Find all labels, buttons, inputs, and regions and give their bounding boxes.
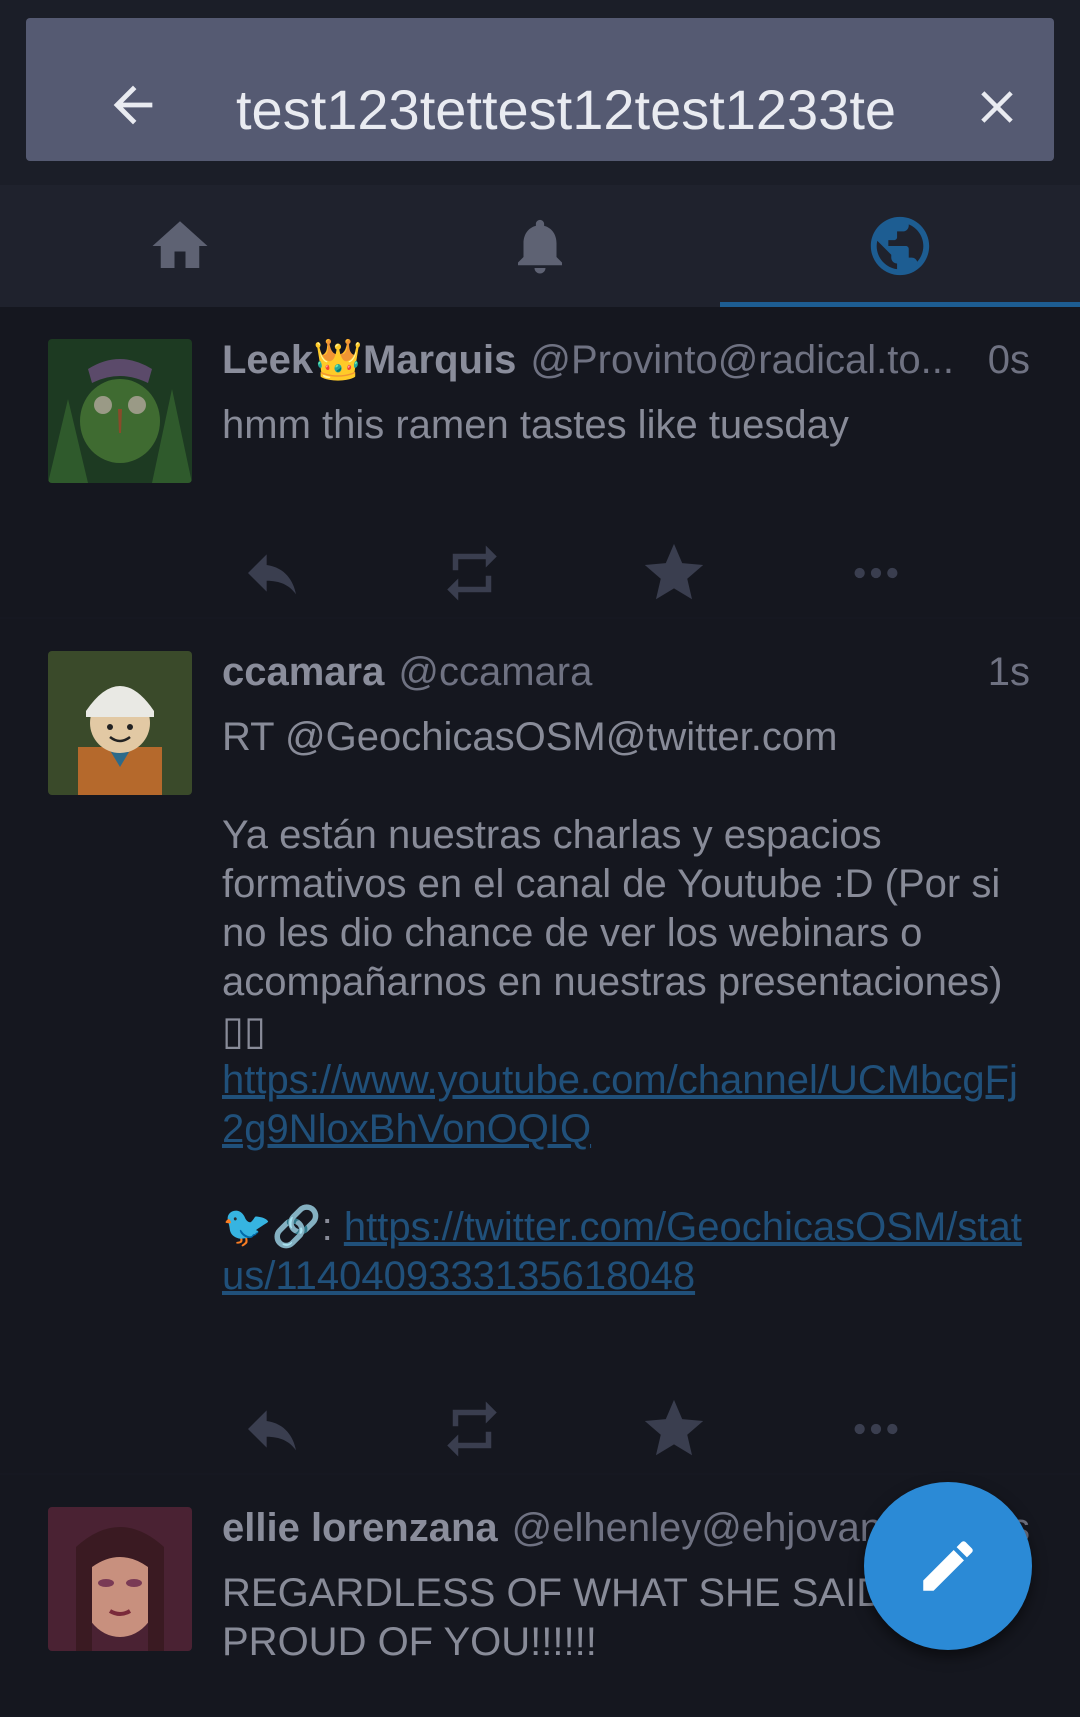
more-icon [854, 1423, 898, 1435]
favourite-button[interactable] [634, 533, 714, 613]
compose-button[interactable] [864, 1482, 1032, 1650]
account-handle: @ccamara [398, 650, 593, 694]
reply-button[interactable] [232, 1389, 312, 1469]
status-card[interactable]: ccamara @ccamara 1s RT @GeochicasOSM@twi… [0, 619, 1080, 1475]
tab-federated[interactable] [720, 185, 1080, 307]
display-name[interactable]: Leek👑Marquis [222, 331, 516, 389]
account-handle: @Provinto@radical.to... [530, 338, 954, 382]
content-line: RT @GeochicasOSM@twitter.com [222, 715, 838, 759]
avatar[interactable] [48, 651, 192, 795]
boost-icon [447, 1401, 497, 1457]
display-name[interactable]: ellie lorenzana [222, 1499, 498, 1557]
arrow-left-icon[interactable] [104, 76, 162, 134]
timestamp: 1s [987, 650, 1030, 694]
tab-notifications[interactable] [360, 185, 720, 307]
status-content: hmm this ramen tastes like tuesday [222, 403, 849, 447]
close-icon[interactable] [970, 80, 1024, 134]
boost-icon [447, 545, 497, 601]
content-paragraph: Ya están nuestras charlas y espacios for… [222, 813, 1003, 1053]
star-icon [644, 543, 704, 600]
avatar[interactable] [48, 339, 192, 483]
boost-button[interactable] [432, 533, 512, 613]
timestamp: 0s [987, 338, 1030, 382]
reply-icon [248, 554, 296, 595]
bell-icon [518, 219, 562, 274]
youtube-link[interactable]: https://www.youtube.com/channel/UCMbcgFj… [222, 1058, 1018, 1151]
reply-icon [248, 1410, 296, 1451]
timeline-tabs [0, 185, 1080, 307]
more-button[interactable] [836, 1389, 916, 1469]
search-bar: test123tettest12test1233te [26, 18, 1054, 161]
reply-button[interactable] [232, 533, 312, 613]
status-content: RT @GeochicasOSM@twitter.com Ya están nu… [222, 713, 1030, 1301]
tab-home[interactable] [0, 185, 360, 307]
pencil-icon [923, 1541, 973, 1591]
favourite-button[interactable] [634, 1389, 714, 1469]
status-actions [0, 503, 1080, 623]
home-icon [152, 221, 208, 268]
emoji-prefix: 🐦🔗: [222, 1205, 344, 1249]
display-name[interactable]: ccamara [222, 643, 384, 701]
status-actions [0, 1359, 1080, 1479]
boost-button[interactable] [432, 1389, 512, 1469]
more-icon [854, 567, 898, 579]
avatar[interactable] [48, 1507, 192, 1651]
star-icon [644, 1399, 704, 1456]
search-input[interactable]: test123tettest12test1233te [236, 60, 926, 160]
globe-icon [870, 216, 930, 276]
status-card[interactable]: Leek👑Marquis @Provinto@radical.to... 0s … [0, 307, 1080, 619]
more-button[interactable] [836, 533, 916, 613]
